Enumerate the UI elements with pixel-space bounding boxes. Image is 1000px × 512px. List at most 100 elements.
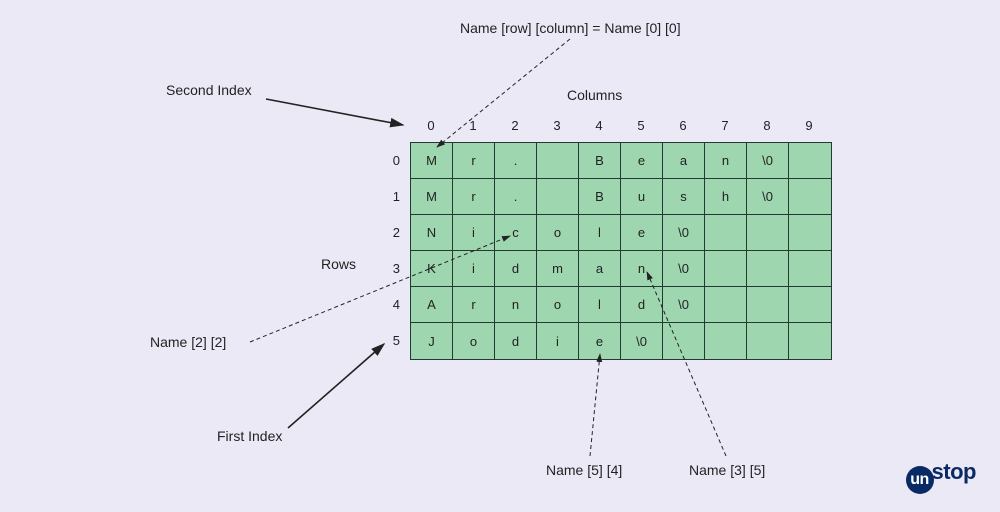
arrow-name-5-4 xyxy=(590,354,600,456)
column-index: 7 xyxy=(704,118,746,133)
array-cell: a xyxy=(663,143,705,179)
array-cell: e xyxy=(621,143,663,179)
array-cell: d xyxy=(495,251,537,287)
array-cell: . xyxy=(495,179,537,215)
array-cell xyxy=(747,215,789,251)
array-cell xyxy=(705,287,747,323)
row-index: 5 xyxy=(388,322,400,358)
array-cell: n xyxy=(495,287,537,323)
label-title-top: Name [row] [column] = Name [0] [0] xyxy=(460,20,681,36)
array-grid: Mr. Bean\0Mr. Bush\0Nicole\0Kidman\0Arno… xyxy=(410,142,832,360)
array-cell xyxy=(789,143,831,179)
column-index: 8 xyxy=(746,118,788,133)
table-row: Mr. Bush\0 xyxy=(411,179,831,215)
row-index: 2 xyxy=(388,214,400,250)
label-name-2-2: Name [2] [2] xyxy=(150,334,226,350)
array-cell xyxy=(663,323,705,359)
array-cell: o xyxy=(537,287,579,323)
row-index: 0 xyxy=(388,142,400,178)
array-cell: . xyxy=(495,143,537,179)
arrow-first-index xyxy=(288,344,384,428)
array-cell: M xyxy=(411,179,453,215)
array-cell xyxy=(789,323,831,359)
array-cell xyxy=(789,251,831,287)
array-cell: B xyxy=(579,179,621,215)
row-index-column: 012345 xyxy=(388,142,400,358)
array-cell xyxy=(705,215,747,251)
table-row: Jodie\0 xyxy=(411,323,831,359)
array-cell: \0 xyxy=(747,143,789,179)
column-index: 3 xyxy=(536,118,578,133)
array-cell: \0 xyxy=(663,251,705,287)
array-cell xyxy=(705,251,747,287)
array-cell: n xyxy=(621,251,663,287)
table-row: Arnold\0 xyxy=(411,287,831,323)
array-cell xyxy=(747,287,789,323)
array-cell: N xyxy=(411,215,453,251)
array-cell: d xyxy=(495,323,537,359)
array-cell: r xyxy=(453,179,495,215)
label-rows: Rows xyxy=(321,256,356,272)
array-cell: \0 xyxy=(621,323,663,359)
array-cell: r xyxy=(453,143,495,179)
array-cell: d xyxy=(621,287,663,323)
array-cell: l xyxy=(579,215,621,251)
label-name-5-4: Name [5] [4] xyxy=(546,462,622,478)
row-index: 3 xyxy=(388,250,400,286)
column-index: 5 xyxy=(620,118,662,133)
diagram-stage: Name [row] [column] = Name [0] [0] Secon… xyxy=(0,0,1000,512)
array-cell: K xyxy=(411,251,453,287)
label-columns: Columns xyxy=(567,87,622,103)
array-cell: h xyxy=(705,179,747,215)
array-cell xyxy=(789,215,831,251)
table-row: Nicole\0 xyxy=(411,215,831,251)
array-cell xyxy=(789,179,831,215)
array-cell xyxy=(747,251,789,287)
array-cell: o xyxy=(537,215,579,251)
array-cell: n xyxy=(705,143,747,179)
logo-text: stop xyxy=(932,459,976,484)
column-index: 1 xyxy=(452,118,494,133)
label-name-3-5: Name [3] [5] xyxy=(689,462,765,478)
column-index: 2 xyxy=(494,118,536,133)
array-cell: c xyxy=(495,215,537,251)
array-cell: r xyxy=(453,287,495,323)
array-cell: a xyxy=(579,251,621,287)
table-row: Kidman\0 xyxy=(411,251,831,287)
column-index: 9 xyxy=(788,118,830,133)
array-cell xyxy=(705,323,747,359)
array-cell: \0 xyxy=(663,287,705,323)
array-cell xyxy=(789,287,831,323)
array-cell: i xyxy=(537,323,579,359)
row-index: 1 xyxy=(388,178,400,214)
array-cell: e xyxy=(621,215,663,251)
array-cell: \0 xyxy=(747,179,789,215)
array-cell: l xyxy=(579,287,621,323)
unstop-logo: unstop xyxy=(906,459,976,494)
array-cell: \0 xyxy=(663,215,705,251)
array-cell xyxy=(747,323,789,359)
array-cell: s xyxy=(663,179,705,215)
array-cell xyxy=(537,143,579,179)
column-index-row: 0123456789 xyxy=(410,118,830,133)
array-cell: m xyxy=(537,251,579,287)
column-index: 6 xyxy=(662,118,704,133)
column-index: 0 xyxy=(410,118,452,133)
array-cell xyxy=(537,179,579,215)
array-cell: M xyxy=(411,143,453,179)
label-second-index: Second Index xyxy=(166,82,252,98)
array-cell: i xyxy=(453,215,495,251)
array-cell: B xyxy=(579,143,621,179)
arrow-second-index xyxy=(266,99,403,125)
row-index: 4 xyxy=(388,286,400,322)
array-cell: u xyxy=(621,179,663,215)
array-cell: A xyxy=(411,287,453,323)
array-cell: J xyxy=(411,323,453,359)
column-index: 4 xyxy=(578,118,620,133)
array-cell: o xyxy=(453,323,495,359)
logo-mark: un xyxy=(906,466,934,494)
array-cell: i xyxy=(453,251,495,287)
array-cell: e xyxy=(579,323,621,359)
label-first-index: First Index xyxy=(217,428,282,444)
table-row: Mr. Bean\0 xyxy=(411,143,831,179)
